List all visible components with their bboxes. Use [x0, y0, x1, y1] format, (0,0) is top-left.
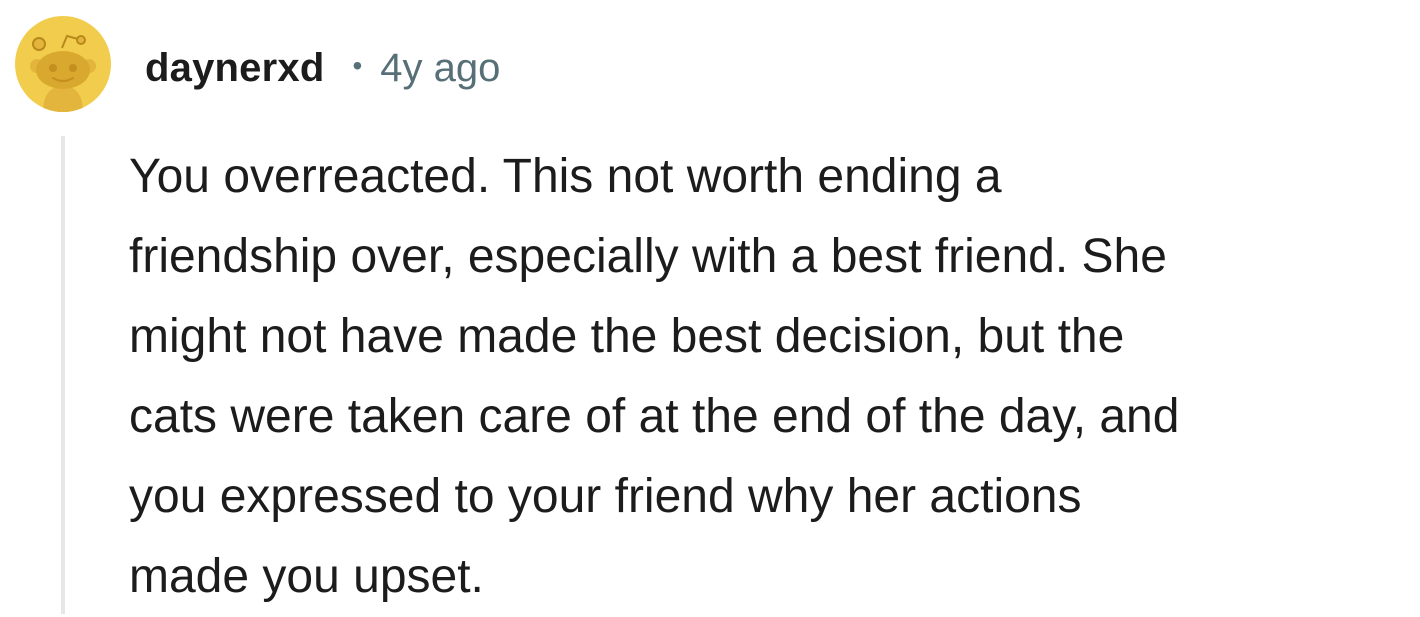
comment-body-line: cats were taken care of at the end of th… [129, 390, 1180, 443]
comment-body-line: you expressed to your friend why her act… [129, 470, 1082, 523]
avatar[interactable] [15, 16, 111, 112]
thread-line[interactable] [61, 136, 65, 614]
comment-body-line: made you upset. [129, 550, 484, 603]
snoo-avatar-icon [30, 34, 96, 112]
comment-body: You overreacted. This not worth ending a… [129, 137, 1414, 617]
username[interactable]: daynerxd [145, 46, 324, 91]
timestamp[interactable]: 4y ago [380, 46, 500, 91]
comment-meta: daynerxd • 4y ago [145, 40, 500, 96]
comment-body-line: You overreacted. This not worth ending a [129, 150, 1002, 203]
comment-body-line: friendship over, especially with a best … [129, 230, 1167, 283]
comment-body-line: might not have made the best decision, b… [129, 310, 1125, 363]
comment: daynerxd • 4y ago You overreacted. This … [0, 0, 1420, 614]
meta-separator: • [352, 50, 363, 81]
